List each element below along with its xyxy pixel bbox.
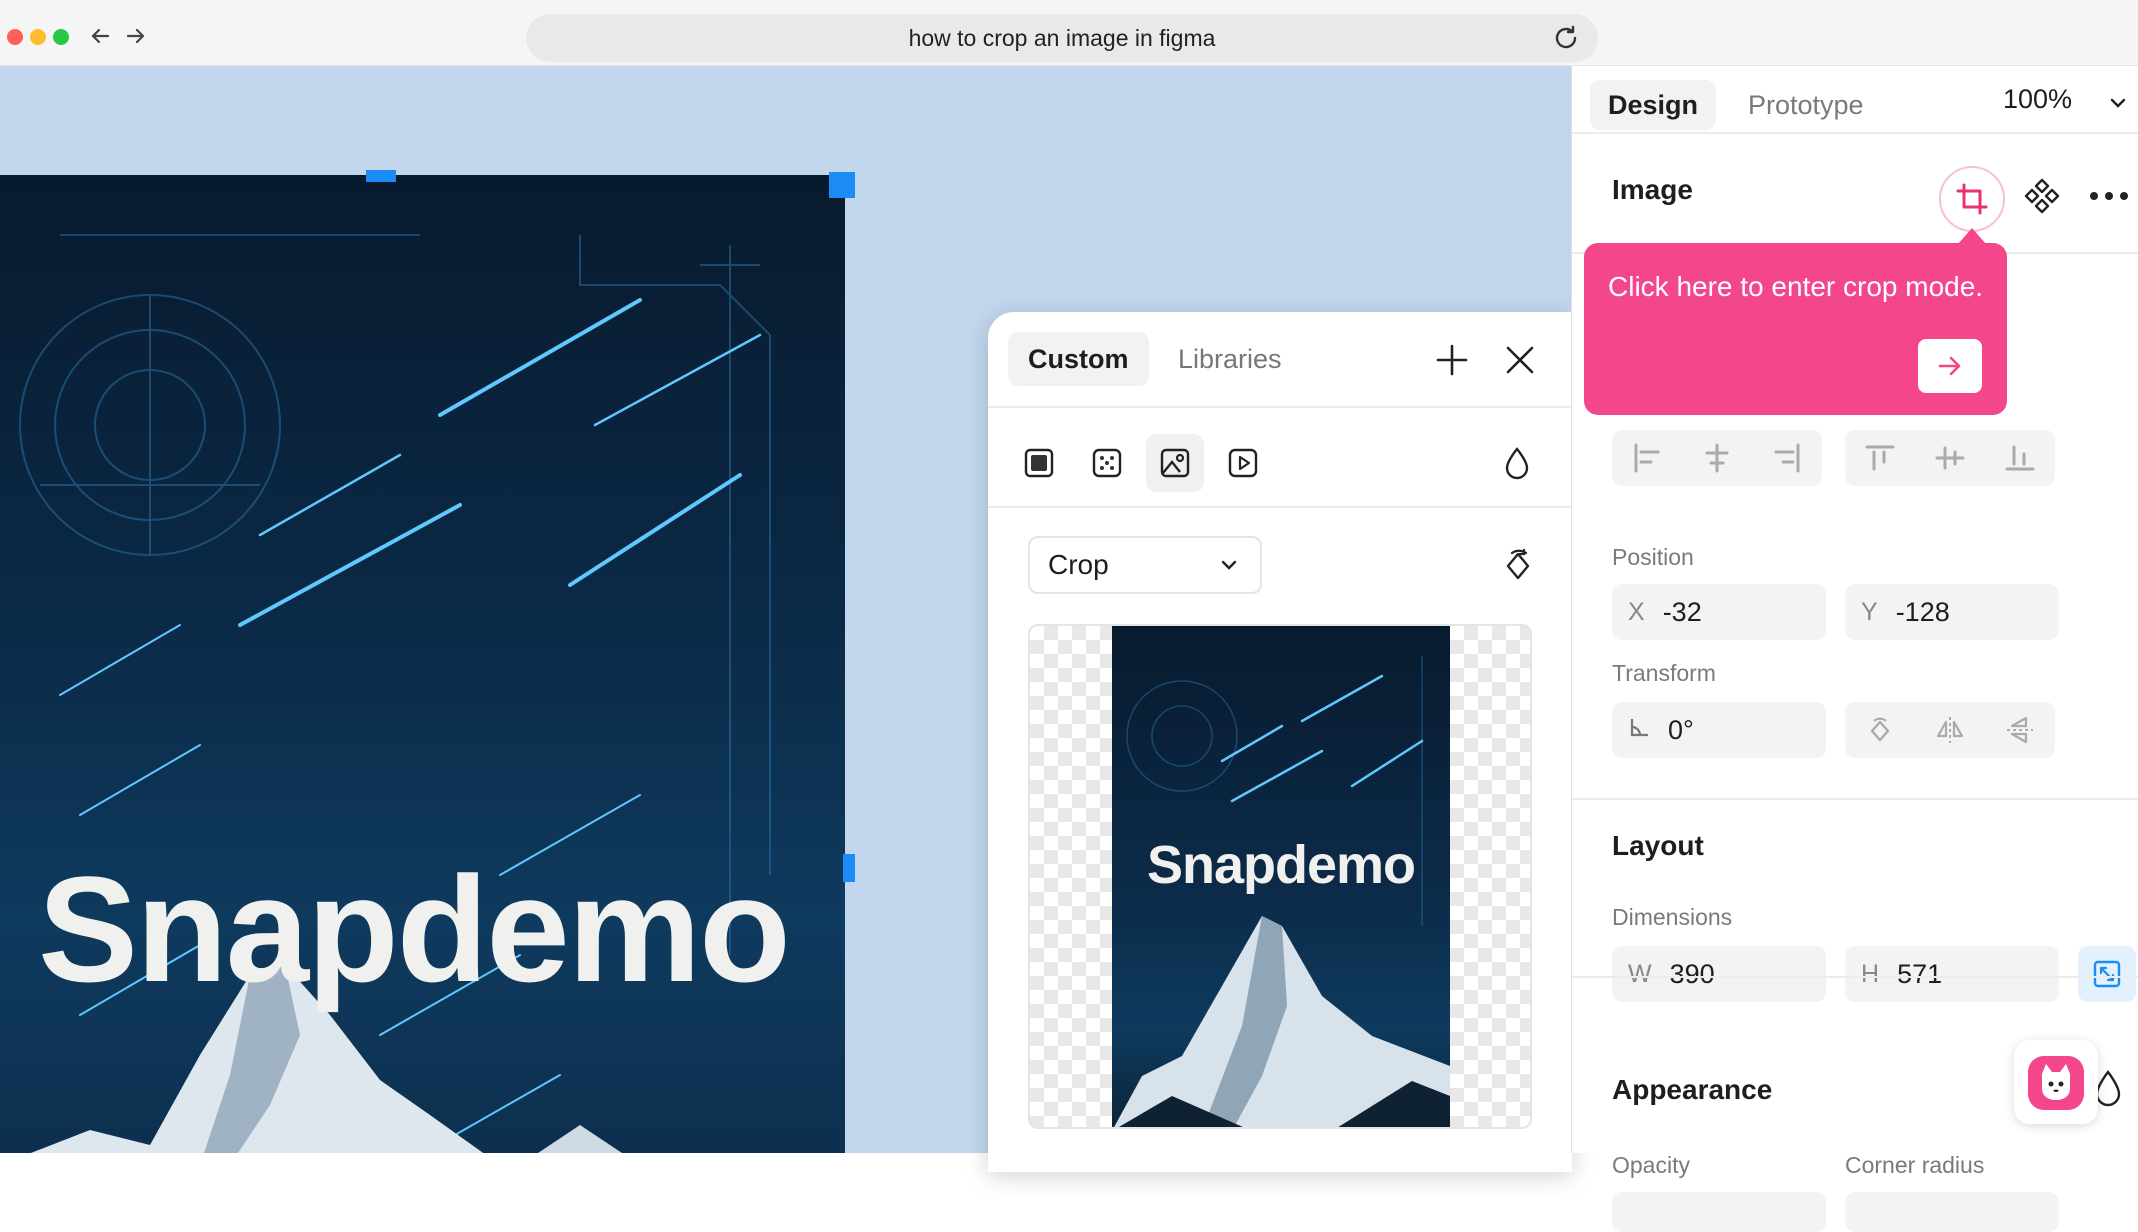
zoom-level[interactable]: 100% xyxy=(2003,84,2072,115)
blend-drop-icon[interactable] xyxy=(1488,434,1546,492)
fill-popup: Custom Libraries Crop Snapdemo xyxy=(988,312,1572,1172)
browser-toolbar: how to crop an image in figma xyxy=(0,0,2138,66)
chevron-down-icon xyxy=(1221,560,1237,570)
rotate-icon[interactable] xyxy=(1860,710,1900,750)
arrow-right-icon xyxy=(1938,356,1961,376)
divider xyxy=(1572,132,2138,134)
design-panel: Design Prototype 100% Image Position X -… xyxy=(1571,66,2138,1232)
align-bottom-icon[interactable] xyxy=(2000,438,2040,478)
preview-image: Snapdemo xyxy=(1112,626,1450,1127)
x-position-field[interactable]: X -32 xyxy=(1612,584,1826,640)
chevron-down-icon[interactable] xyxy=(2109,96,2127,110)
align-right-icon[interactable] xyxy=(1767,438,1807,478)
top-resize-handle[interactable] xyxy=(366,170,396,182)
dimensions-label: Dimensions xyxy=(1612,904,1733,930)
angle-icon xyxy=(1628,716,1650,745)
height-value: 571 xyxy=(1897,958,1943,989)
image-preview[interactable]: Snapdemo xyxy=(1028,624,1532,1129)
opacity-label: Opacity xyxy=(1612,1152,1690,1178)
appearance-section-title: Appearance xyxy=(1612,1074,1773,1105)
tab-prototype[interactable]: Prototype xyxy=(1730,80,1882,130)
transform-group xyxy=(1845,702,2055,758)
selected-image-layer[interactable]: Snapdemo xyxy=(0,175,845,1153)
corner-radius-label: Corner radius xyxy=(1845,1152,1985,1178)
transform-label: Transform xyxy=(1612,660,1716,686)
close-window-icon[interactable] xyxy=(7,29,23,45)
tab-design[interactable]: Design xyxy=(1590,80,1717,130)
h-prefix: H xyxy=(1861,959,1880,988)
back-arrow-icon[interactable] xyxy=(86,22,114,50)
position-label: Position xyxy=(1612,544,1694,570)
corner-radius-field[interactable] xyxy=(1845,1192,2059,1232)
image-fill-icon[interactable] xyxy=(1146,434,1204,492)
minimize-window-icon[interactable] xyxy=(30,29,46,45)
component-icon[interactable] xyxy=(2022,176,2062,216)
side-resize-handle[interactable] xyxy=(843,854,855,882)
opacity-field[interactable] xyxy=(1612,1192,1826,1232)
flip-horizontal-icon[interactable] xyxy=(1930,710,1970,750)
image-mode-select[interactable]: Crop xyxy=(1028,536,1262,594)
y-value: -128 xyxy=(1895,596,1950,627)
divider xyxy=(988,506,1572,508)
x-value: -32 xyxy=(1662,596,1702,627)
width-field[interactable]: W 390 xyxy=(1612,946,1826,1002)
add-icon[interactable] xyxy=(1434,342,1470,378)
address-text: how to crop an image in figma xyxy=(908,24,1216,51)
artwork-title: Snapdemo xyxy=(38,845,791,1013)
y-position-field[interactable]: Y -128 xyxy=(1845,584,2059,640)
x-prefix: X xyxy=(1628,597,1645,626)
flip-vertical-icon[interactable] xyxy=(2000,710,2040,750)
video-fill-icon[interactable] xyxy=(1214,434,1272,492)
corner-resize-handle[interactable] xyxy=(829,172,855,198)
rotate-image-icon[interactable] xyxy=(1498,546,1538,586)
pattern-fill-icon[interactable] xyxy=(1078,434,1136,492)
resize-to-fit-icon[interactable] xyxy=(2078,946,2136,1002)
solid-fill-icon[interactable] xyxy=(1010,434,1068,492)
image-section-title: Image xyxy=(1612,174,1693,205)
horizontal-align-group xyxy=(1612,430,1822,486)
rotation-value: 0° xyxy=(1668,714,1694,745)
divider xyxy=(988,406,1572,408)
width-value: 390 xyxy=(1669,958,1715,989)
y-prefix: Y xyxy=(1861,597,1878,626)
align-middle-icon[interactable] xyxy=(1930,438,1970,478)
address-bar[interactable]: how to crop an image in figma xyxy=(526,14,1598,62)
tab-custom[interactable]: Custom xyxy=(1008,332,1149,386)
vertical-align-group xyxy=(1845,430,2055,486)
crop-icon[interactable] xyxy=(1939,166,2005,232)
divider xyxy=(1572,976,2138,978)
preview-title: Snapdemo xyxy=(1146,835,1416,895)
more-options-icon[interactable] xyxy=(2087,182,2131,210)
forward-arrow-icon[interactable] xyxy=(122,22,150,50)
rotation-field[interactable]: 0° xyxy=(1612,702,1826,758)
tooltip-arrow xyxy=(1958,228,1986,244)
tooltip-next-button[interactable] xyxy=(1918,339,1982,393)
reload-icon[interactable] xyxy=(1550,22,1582,54)
tooltip-text: Click here to enter crop mode. xyxy=(1608,271,1984,302)
align-top-icon[interactable] xyxy=(1860,438,1900,478)
align-center-icon[interactable] xyxy=(1697,438,1737,478)
crop-mode-tooltip: Click here to enter crop mode. xyxy=(1584,243,2007,415)
height-field[interactable]: H 571 xyxy=(1845,946,2059,1002)
divider xyxy=(1572,798,2138,800)
align-left-icon[interactable] xyxy=(1627,438,1667,478)
w-prefix: W xyxy=(1628,959,1652,988)
layout-section-title: Layout xyxy=(1612,830,1704,861)
close-icon[interactable] xyxy=(1504,344,1536,376)
image-mode-value: Crop xyxy=(1048,549,1109,580)
maximize-window-icon[interactable] xyxy=(53,29,69,45)
cat-assistant-icon[interactable] xyxy=(2014,1040,2098,1124)
tab-libraries[interactable]: Libraries xyxy=(1158,332,1302,386)
